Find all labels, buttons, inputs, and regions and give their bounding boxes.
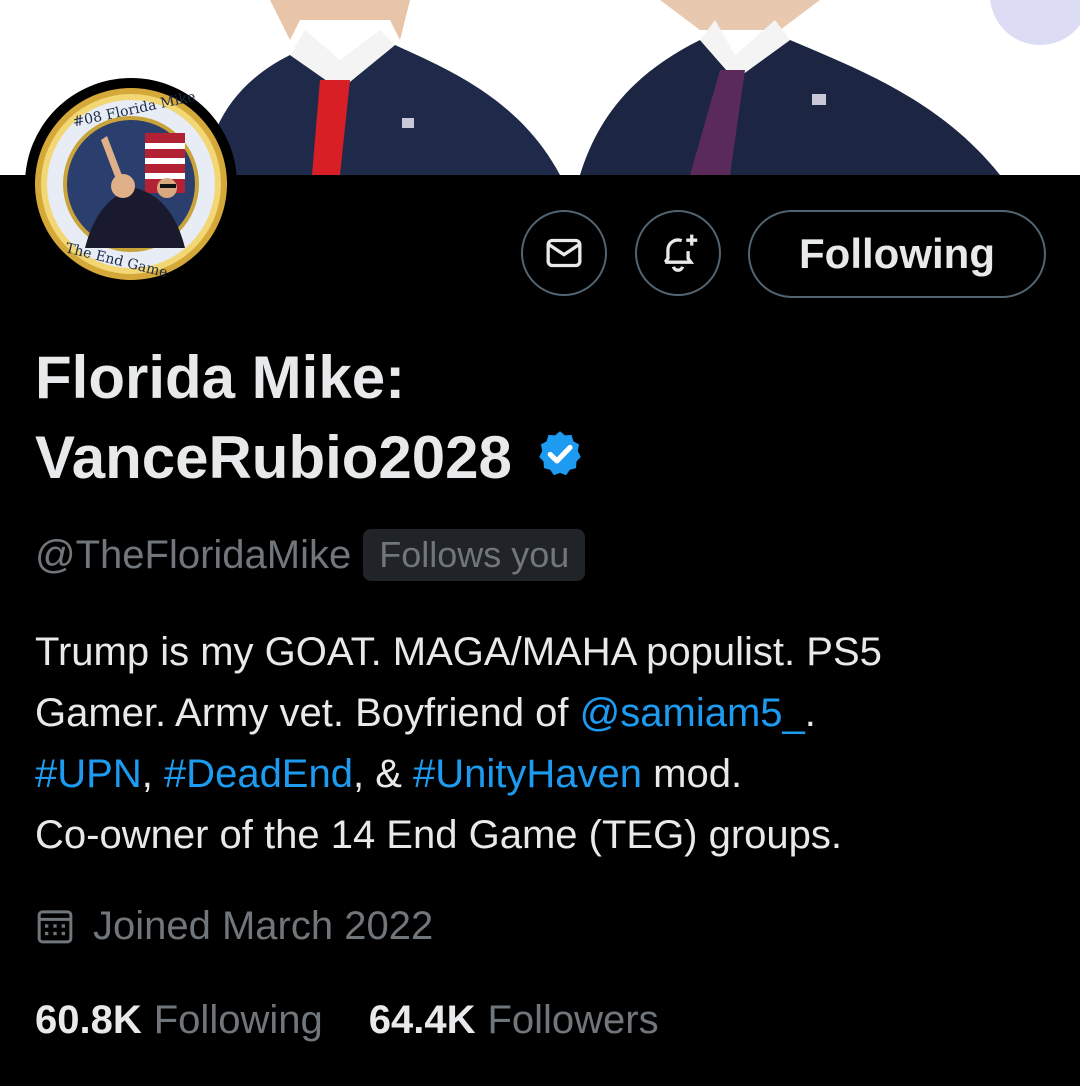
hashtag-link-unityhaven[interactable]: #UnityHaven (413, 752, 642, 796)
bio-line-2: Gamer. Army vet. Boyfriend of @samiam5_. (35, 683, 1055, 744)
display-name-line1: Florida Mike: (35, 344, 406, 411)
profile-display-name: Florida Mike: VanceRubio2028 (35, 338, 1035, 498)
bio-line-1: Trump is my GOAT. MAGA/MAHA populist. PS… (35, 630, 882, 674)
envelope-icon (546, 238, 582, 268)
follows-you-badge: Follows you (363, 529, 586, 581)
bio-line-3: #UPN, #DeadEnd, & #UnityHaven mod. (35, 744, 1055, 805)
display-name-line2: VanceRubio2028 (35, 424, 512, 491)
bio-text: , & (352, 752, 414, 796)
bio-text: . (804, 691, 816, 735)
followers-count: 64.4K (368, 997, 476, 1042)
mention-link-samiam5[interactable]: @samiam5_ (580, 691, 805, 735)
follow-stats: 60.8K Following 64.4K Followers (35, 992, 705, 1048)
handle-row: @TheFloridaMike Follows you (35, 528, 586, 582)
hashtag-link-upn[interactable]: #UPN (35, 752, 142, 796)
display-name-line2-wrap: VanceRubio2028 (35, 418, 1035, 498)
profile-handle: @TheFloridaMike (35, 532, 352, 577)
profile-bio: Trump is my GOAT. MAGA/MAHA populist. PS… (35, 622, 1055, 866)
following-button[interactable]: Following (748, 210, 1046, 298)
profile-page: #08 Florida Mike The End Game Following … (0, 0, 1080, 1086)
bio-text: mod. (642, 752, 743, 796)
joined-date-row: Joined March 2022 (35, 898, 433, 954)
following-count: 60.8K (35, 997, 142, 1042)
profile-avatar[interactable]: #08 Florida Mike The End Game (25, 78, 237, 290)
notify-button[interactable] (635, 210, 721, 296)
joined-date-text: Joined March 2022 (93, 903, 434, 948)
bio-text: Gamer. Army vet. Boyfriend of (35, 691, 580, 735)
following-label: Following (153, 997, 323, 1042)
bio-text: , (141, 752, 164, 796)
avatar-badge-image: #08 Florida Mike The End Game (27, 80, 235, 288)
calendar-icon (37, 910, 73, 944)
followers-count-link[interactable]: 64.4K Followers (369, 998, 659, 1043)
bio-line-4: Co-owner of the 14 End Game (TEG) groups… (35, 813, 843, 857)
message-button[interactable] (521, 210, 607, 296)
following-count-link[interactable]: 60.8K Following (35, 998, 323, 1043)
verified-badge-icon[interactable] (534, 428, 586, 480)
followers-label: Followers (487, 997, 659, 1042)
hashtag-link-deadend[interactable]: #DeadEnd (164, 752, 353, 796)
bell-plus-icon (663, 234, 698, 272)
